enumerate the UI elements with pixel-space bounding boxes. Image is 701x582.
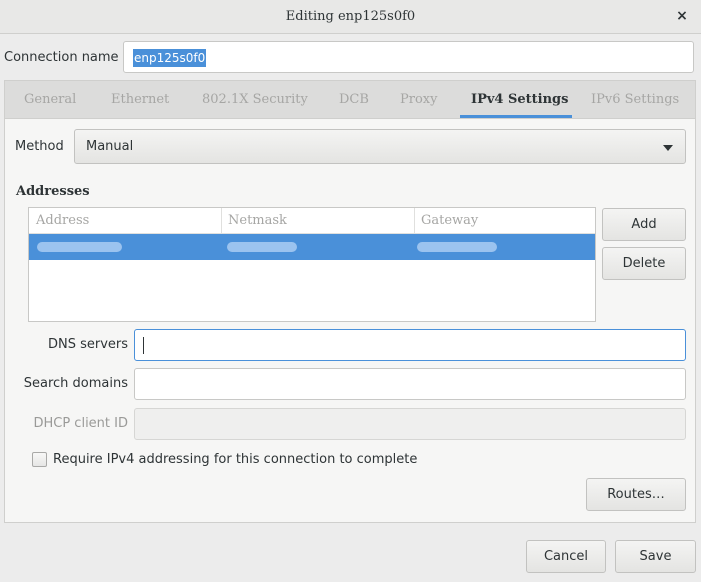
window-title: Editing enp125s0f0 [285, 9, 416, 24]
connection-name-row: Connection name enp125s0f0 [0, 38, 701, 76]
dhcp-client-id-label: DHCP client ID [33, 416, 128, 431]
text-cursor [143, 337, 144, 354]
tab-ipv4-settings[interactable]: IPv4 Settings [471, 92, 568, 107]
tab-proxy[interactable]: Proxy [400, 92, 437, 107]
require-ipv4-checkbox[interactable] [32, 452, 47, 467]
title-bar: Editing enp125s0f0 × [0, 0, 701, 34]
redacted-address [37, 242, 122, 252]
connection-name-value: enp125s0f0 [133, 49, 207, 67]
add-address-button[interactable]: Add [602, 208, 686, 241]
column-separator [221, 208, 222, 234]
column-separator [414, 208, 415, 234]
settings-tabs: General Ethernet 802.1X Security DCB Pro… [4, 80, 696, 118]
connection-name-input[interactable]: enp125s0f0 [123, 41, 694, 73]
search-domains-label: Search domains [23, 376, 128, 391]
search-domains-input[interactable] [134, 368, 686, 400]
method-label: Method [15, 139, 64, 154]
routes-button[interactable]: Routes… [586, 478, 686, 511]
close-icon[interactable]: × [673, 7, 691, 25]
delete-address-button[interactable]: Delete [602, 247, 686, 280]
tab-ethernet[interactable]: Ethernet [111, 92, 169, 107]
dns-servers-label: DNS servers [47, 337, 128, 352]
method-value: Manual [86, 139, 134, 154]
redacted-netmask [227, 242, 297, 252]
tab-general[interactable]: General [24, 92, 76, 107]
method-dropdown[interactable]: Manual [74, 129, 686, 164]
tab-8021x-security[interactable]: 802.1X Security [202, 92, 308, 107]
dialog-action-bar: Cancel Save [0, 527, 701, 582]
column-address[interactable]: Address [36, 213, 89, 228]
dhcp-client-id-input [134, 408, 686, 440]
table-row[interactable] [29, 234, 595, 260]
connection-name-label: Connection name [4, 50, 119, 65]
addresses-table[interactable]: Address Netmask Gateway [28, 207, 596, 322]
addresses-table-header: Address Netmask Gateway [29, 208, 595, 234]
dns-servers-input[interactable] [134, 329, 686, 361]
addresses-heading: Addresses [16, 184, 90, 199]
save-button[interactable]: Save [615, 540, 696, 573]
cancel-button[interactable]: Cancel [526, 540, 606, 573]
column-netmask[interactable]: Netmask [228, 213, 287, 228]
chevron-down-icon [663, 145, 673, 151]
column-gateway[interactable]: Gateway [421, 213, 478, 228]
tab-ipv6-settings[interactable]: IPv6 Settings [591, 92, 679, 107]
redacted-gateway [417, 242, 497, 252]
tab-dcb[interactable]: DCB [339, 92, 369, 107]
require-ipv4-label[interactable]: Require IPv4 addressing for this connect… [53, 452, 417, 467]
